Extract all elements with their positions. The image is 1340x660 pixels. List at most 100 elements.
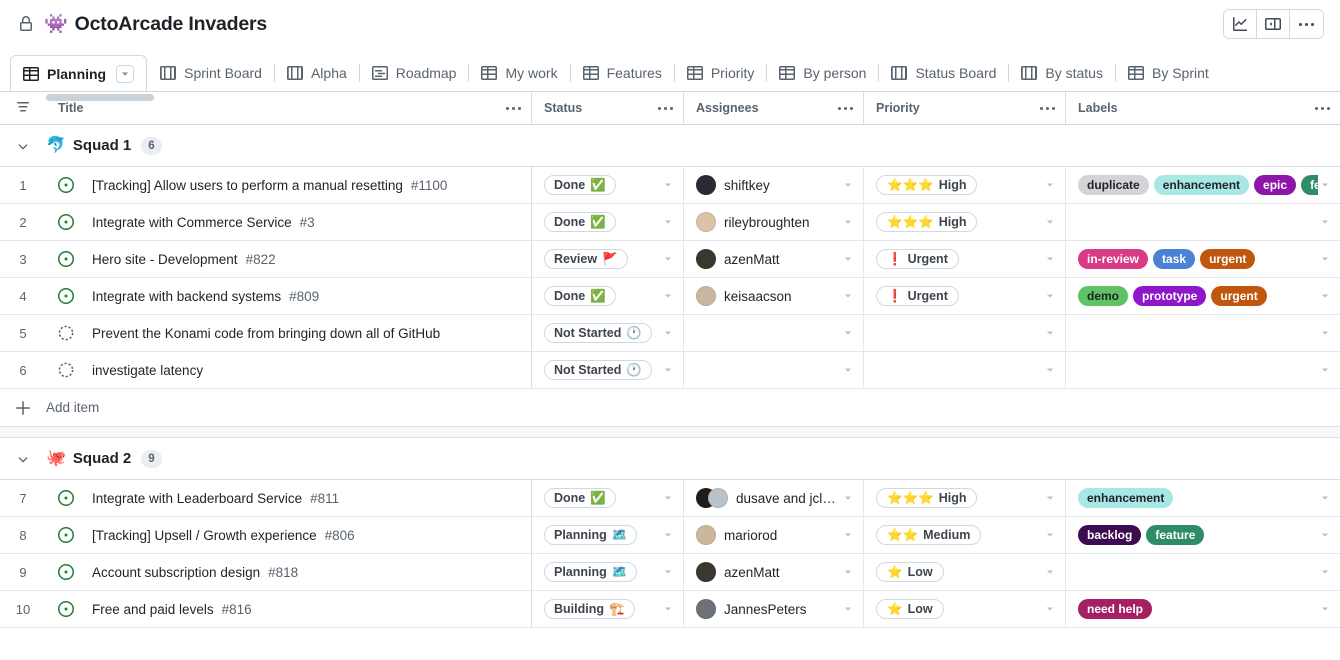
table-row[interactable]: 9 Account subscription design #818 Planning… [0, 554, 1340, 591]
cell-dropdown-caret[interactable] [1318, 180, 1332, 190]
cell-assignees[interactable]: azenMatt [684, 554, 864, 590]
cell-dropdown-caret[interactable] [1318, 217, 1332, 227]
cell-priority[interactable] [864, 315, 1066, 351]
group-collapse-toggle[interactable] [0, 139, 46, 153]
cell-dropdown-caret[interactable] [661, 530, 675, 540]
table-row[interactable]: 7 Integrate with Leaderboard Service #811 D… [0, 480, 1340, 517]
column-menu-priority[interactable] [1040, 106, 1055, 110]
cell-status[interactable]: Review 🚩 [532, 241, 684, 277]
table-row[interactable]: 3 Hero site - Development #822 Review 🚩 azenM… [0, 241, 1340, 278]
tab-my-work[interactable]: My work [469, 55, 569, 91]
column-menu-status[interactable] [658, 106, 673, 110]
table-row[interactable]: 5 Prevent the Konami code from bringing d… [0, 315, 1340, 352]
cell-dropdown-caret[interactable] [841, 493, 855, 503]
cell-status[interactable]: Done ✅ [532, 167, 684, 203]
tab-alpha[interactable]: Alpha [275, 55, 359, 91]
table-row[interactable]: 8 [Tracking] Upsell / Growth experience #8… [0, 517, 1340, 554]
cell-labels[interactable]: need help [1066, 591, 1340, 627]
cell-status[interactable]: Planning 🗺️ [532, 517, 684, 553]
cell-dropdown-caret[interactable] [841, 604, 855, 614]
cell-labels[interactable] [1066, 352, 1340, 388]
cell-dropdown-caret[interactable] [1043, 567, 1057, 577]
cell-labels[interactable]: duplicateenhancementepicfeature [1066, 167, 1340, 203]
more-options-button[interactable] [1290, 10, 1323, 38]
cell-dropdown-caret[interactable] [841, 365, 855, 375]
add-item-row[interactable]: Add item [0, 389, 1340, 427]
cell-dropdown-caret[interactable] [1318, 567, 1332, 577]
cell-dropdown-caret[interactable] [841, 530, 855, 540]
cell-status[interactable]: Done ✅ [532, 480, 684, 516]
cell-dropdown-caret[interactable] [1318, 328, 1332, 338]
cell-status[interactable]: Not Started 🕐 [532, 315, 684, 351]
cell-dropdown-caret[interactable] [841, 291, 855, 301]
cell-dropdown-caret[interactable] [1318, 530, 1332, 540]
group-header-squad-1[interactable]: 🐬 Squad 1 6 [0, 125, 1340, 167]
table-row[interactable]: 4 Integrate with backend systems #809 Done ✅… [0, 278, 1340, 315]
cell-priority[interactable] [864, 352, 1066, 388]
side-panel-button[interactable] [1257, 10, 1290, 38]
cell-dropdown-caret[interactable] [661, 217, 675, 227]
cell-priority[interactable]: ⭐ Low [864, 591, 1066, 627]
cell-title[interactable]: Prevent the Konami code from bringing do… [46, 315, 532, 351]
group-header-squad-2[interactable]: 🐙 Squad 2 9 [0, 438, 1340, 480]
cell-dropdown-caret[interactable] [841, 180, 855, 190]
cell-labels[interactable] [1066, 204, 1340, 240]
cell-dropdown-caret[interactable] [1043, 217, 1057, 227]
cell-dropdown-caret[interactable] [1318, 291, 1332, 301]
cell-assignees[interactable]: azenMatt [684, 241, 864, 277]
tab-roadmap[interactable]: Roadmap [360, 55, 469, 91]
cell-status[interactable]: Planning 🗺️ [532, 554, 684, 590]
column-menu-labels[interactable] [1315, 106, 1330, 110]
cell-assignees[interactable]: mariorod [684, 517, 864, 553]
cell-title[interactable]: Integrate with backend systems #809 [46, 278, 532, 314]
cell-dropdown-caret[interactable] [661, 291, 675, 301]
cell-priority[interactable]: ⭐⭐ Medium [864, 517, 1066, 553]
tab-by-person[interactable]: By person [767, 55, 878, 91]
cell-assignees[interactable]: JannesPeters [684, 591, 864, 627]
cell-dropdown-caret[interactable] [1318, 604, 1332, 614]
tab-status-board[interactable]: Status Board [879, 55, 1008, 91]
cell-dropdown-caret[interactable] [1043, 530, 1057, 540]
tab-priority[interactable]: Priority [675, 55, 767, 91]
cell-labels[interactable]: in-review task urgent [1066, 241, 1340, 277]
cell-title[interactable]: Hero site - Development #822 [46, 241, 532, 277]
group-collapse-toggle[interactable] [0, 452, 46, 466]
scrollbar-thumb[interactable] [46, 94, 154, 101]
cell-priority[interactable]: ❗ Urgent [864, 278, 1066, 314]
cell-priority[interactable]: ❗ Urgent [864, 241, 1066, 277]
cell-dropdown-caret[interactable] [1043, 180, 1057, 190]
table-row[interactable]: 10 Free and paid levels #816 Building 🏗️ Jann… [0, 591, 1340, 628]
cell-title[interactable]: Integrate with Commerce Service #3 [46, 204, 532, 240]
column-menu-assignees[interactable] [838, 106, 853, 110]
cell-priority[interactable]: ⭐⭐⭐ High [864, 167, 1066, 203]
cell-title[interactable]: [Tracking] Allow users to perform a manu… [46, 167, 532, 203]
cell-assignees[interactable] [684, 352, 864, 388]
cell-dropdown-caret[interactable] [661, 180, 675, 190]
cell-dropdown-caret[interactable] [1318, 254, 1332, 264]
tab-by-status[interactable]: By status [1009, 55, 1115, 91]
tab-sprint-board[interactable]: Sprint Board [148, 55, 274, 91]
tab-planning[interactable]: Planning [10, 55, 148, 91]
table-row[interactable]: 6 investigate latency Not Started 🕐 [0, 352, 1340, 389]
insights-button[interactable] [1224, 10, 1257, 38]
cell-assignees[interactable]: keisaacson [684, 278, 864, 314]
tab-by-sprint[interactable]: By Sprint [1116, 55, 1221, 91]
cell-dropdown-caret[interactable] [661, 493, 675, 503]
cell-dropdown-caret[interactable] [661, 254, 675, 264]
cell-labels[interactable]: backlog feature [1066, 517, 1340, 553]
cell-priority[interactable]: ⭐⭐⭐ High [864, 480, 1066, 516]
table-row[interactable]: 1 [Tracking] Allow users to perform a man… [0, 167, 1340, 204]
column-menu-title[interactable] [506, 106, 521, 110]
cell-dropdown-caret[interactable] [661, 567, 675, 577]
cell-labels[interactable]: demo prototype urgent [1066, 278, 1340, 314]
cell-dropdown-caret[interactable] [661, 604, 675, 614]
tab-features[interactable]: Features [571, 55, 674, 91]
cell-dropdown-caret[interactable] [1043, 291, 1057, 301]
cell-dropdown-caret[interactable] [1043, 328, 1057, 338]
cell-labels[interactable] [1066, 554, 1340, 590]
cell-dropdown-caret[interactable] [1043, 604, 1057, 614]
cell-status[interactable]: Done ✅ [532, 204, 684, 240]
tab-dropdown-caret[interactable] [116, 64, 135, 83]
cell-dropdown-caret[interactable] [1318, 365, 1332, 375]
cell-assignees[interactable]: rileybroughten [684, 204, 864, 240]
